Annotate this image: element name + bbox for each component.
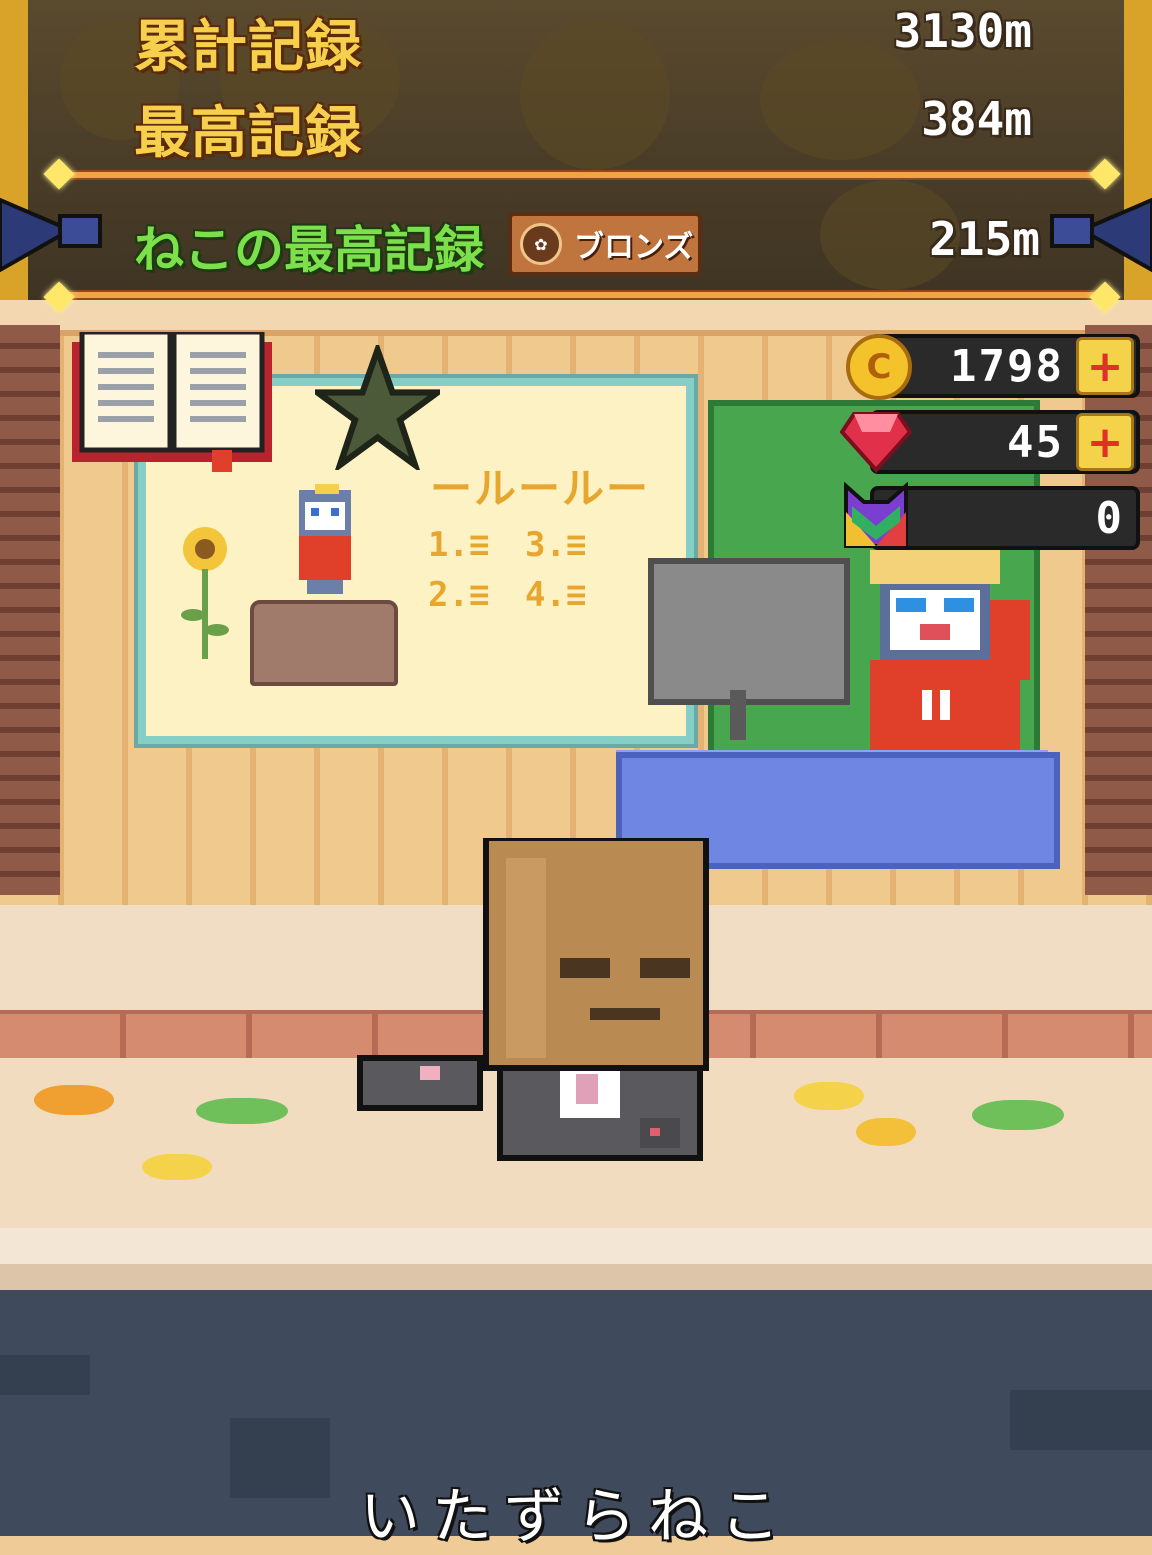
paper-bag-cat-character[interactable] — [350, 838, 710, 1168]
sunflower-illustration — [181, 527, 229, 659]
leaf-green — [196, 1098, 288, 1124]
star-icon[interactable] — [315, 345, 440, 470]
ticket-amount: 0 — [1095, 492, 1124, 544]
curb — [0, 1228, 1152, 1290]
leaf-yellow — [142, 1154, 212, 1180]
poster-rule-1: 1.≡ — [428, 525, 490, 565]
subtitle-caption: いたずらねこ — [360, 1482, 792, 1552]
leaf-orange — [34, 1085, 114, 1115]
register-stand — [730, 690, 746, 740]
add-gems-button[interactable]: + — [1076, 413, 1134, 471]
bronze-badge: ✿ ブロンズ — [508, 212, 702, 276]
shutter-left — [0, 325, 60, 895]
leaf-green — [972, 1100, 1064, 1130]
rainbow-cat-ticket-icon — [844, 482, 908, 548]
poster-rule-3: 3.≡ — [525, 525, 587, 565]
cat-best-record-label: ねこの最高記録 — [134, 221, 484, 279]
coin-icon: C — [846, 334, 912, 400]
road-patch — [1010, 1390, 1152, 1450]
panel-divider — [60, 170, 1100, 180]
paw-icon: ✿ — [520, 223, 562, 265]
ribbon-bow-left-icon — [0, 197, 102, 273]
ribbon-bow-right-icon — [1050, 197, 1152, 273]
leaf-yellow — [794, 1082, 864, 1110]
clerk-cat-character — [870, 550, 1030, 750]
panel-divider-bottom — [60, 290, 1100, 300]
bronze-badge-label: ブロンズ — [574, 230, 694, 265]
cash-register-screen — [648, 558, 850, 705]
gem-icon — [840, 412, 912, 473]
road-patch — [0, 1355, 90, 1395]
add-coins-button[interactable]: + — [1076, 337, 1134, 395]
total-record-label: 累計記録 — [134, 15, 362, 80]
leaf-yellow — [856, 1118, 916, 1146]
poster-title: ールールー — [430, 464, 651, 513]
tree-stump-illustration — [250, 600, 398, 686]
best-record-label: 最高記録 — [134, 101, 362, 166]
poster-rule-2: 2.≡ — [428, 575, 490, 615]
poster-cat-illustration — [299, 484, 351, 594]
poster-rule-4: 4.≡ — [525, 575, 587, 615]
best-record-value: 384m — [921, 92, 1032, 146]
cat-best-record-value: 215m — [929, 212, 1040, 266]
book-icon[interactable] — [72, 332, 272, 472]
total-record-value: 3130m — [893, 4, 1032, 58]
ticket-counter: 0 — [870, 486, 1140, 550]
